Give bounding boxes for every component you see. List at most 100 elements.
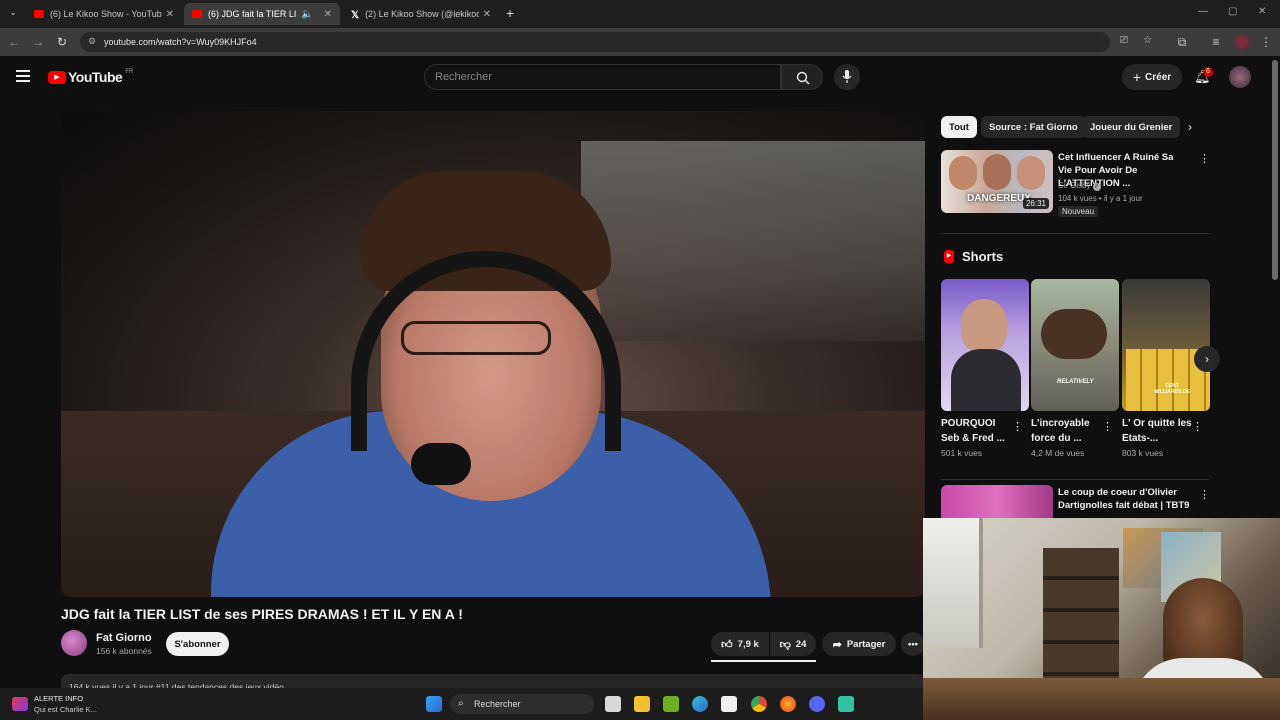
channel-name[interactable]: Fat Giorno [96, 632, 152, 644]
back-icon[interactable]: ← [6, 34, 22, 50]
recommendation-thumbnail[interactable]: DANGEREUX 26:31 [941, 150, 1053, 213]
short-views: 4,2 M de vues [1031, 448, 1085, 458]
hamburger-menu-icon[interactable] [16, 70, 30, 82]
chips-next-chevron-icon[interactable]: › [1188, 120, 1192, 134]
short-thumbnail[interactable]: CENT MILLIARDS DE [1122, 279, 1210, 411]
share-arrow-icon: ➦ [832, 638, 842, 651]
subscriber-count: 156 k abonnés [96, 646, 152, 656]
search-input[interactable]: Rechercher [424, 64, 781, 90]
voice-search-button[interactable] [834, 64, 860, 90]
close-window-icon[interactable]: ✕ [1258, 6, 1266, 17]
chip-source[interactable]: Source : Fat Giorno [981, 116, 1086, 138]
recommendation-meta: 104 k vues • il y a 1 jour [1058, 194, 1143, 203]
like-button[interactable]: 👍︎ 7,9 k [711, 632, 769, 656]
short-menu-icon[interactable]: ⋮ [1192, 420, 1203, 433]
shorts-next-button[interactable]: › [1194, 346, 1220, 372]
x-icon: 𝕏 [351, 10, 360, 21]
speaker-icon[interactable]: 🔈 [301, 9, 313, 20]
short-title[interactable]: POURQUOI Seb & Fred ... [941, 416, 1011, 446]
file-explorer-icon[interactable] [634, 696, 650, 712]
close-icon[interactable]: ✕ [483, 9, 491, 20]
thumbnail-face-right [1017, 156, 1045, 190]
recommendation-title[interactable]: Le coup de coeur d'Olivier Dartignolles … [1058, 486, 1198, 512]
tab-title: (6) JDG fait la TIER LIST de ses PIRES D… [208, 9, 297, 19]
chip-joueur-du-grenier[interactable]: Joueur du Grenier [1082, 116, 1181, 138]
webcam-table [923, 678, 1280, 720]
microphone-icon [842, 70, 852, 83]
maximize-icon[interactable]: ▢ [1228, 6, 1237, 17]
extensions-icon[interactable]: ⧉ [1174, 34, 1190, 50]
store-icon[interactable] [721, 696, 737, 712]
install-icon[interactable]: ⎚ [1120, 35, 1128, 46]
edge-icon[interactable] [692, 696, 708, 712]
account-avatar[interactable] [1229, 66, 1251, 88]
short-body [951, 349, 1021, 411]
news-widget-icon[interactable] [12, 697, 28, 711]
url-field[interactable]: ⚙ youtube.com/watch?v=Wuy09KHJFo4 ⎚ ☆ [80, 32, 1152, 52]
short-title[interactable]: L'incroyable force du ... [1031, 416, 1101, 446]
discord-icon[interactable] [809, 696, 825, 712]
webcam-window [923, 518, 983, 648]
subscribe-button[interactable]: S'abonner [166, 632, 229, 656]
short-thumbnail[interactable] [941, 279, 1029, 411]
plus-icon: + [1132, 69, 1142, 85]
browser-tab-1[interactable]: (6) Le Kikoo Show - YouTube ✕ [26, 3, 182, 25]
short-menu-icon[interactable]: ⋮ [1012, 420, 1023, 433]
taskbar-search[interactable]: ⌕ Rechercher [450, 694, 594, 714]
notification-count-badge: 6 [1203, 67, 1213, 77]
firefox-icon[interactable] [780, 696, 796, 712]
minimize-icon[interactable]: — [1198, 6, 1208, 17]
short-face [961, 299, 1007, 355]
close-icon[interactable]: ✕ [324, 9, 332, 20]
thumbnail-face-middle [983, 154, 1011, 190]
recommendation-thumbnail[interactable] [941, 485, 1053, 518]
profile-avatar[interactable] [1235, 35, 1249, 49]
browser-tab-bar: ⌄ (6) Le Kikoo Show - YouTube ✕ (6) JDG … [0, 0, 1280, 28]
browser-menu-icon[interactable]: ⋮ [1258, 34, 1274, 50]
logo-text: YouTube [68, 69, 123, 85]
news-title[interactable]: ALERTE INFO [34, 694, 83, 703]
task-view-icon[interactable] [605, 696, 621, 712]
video-title: JDG fait la TIER LIST de ses PIRES DRAMA… [61, 606, 463, 622]
site-info-icon[interactable]: ⚙ [88, 36, 96, 47]
dislike-button[interactable]: 👎︎ 24 [770, 632, 816, 656]
reading-list-icon[interactable]: ≡ [1208, 34, 1224, 50]
bookmark-star-icon[interactable]: ☆ [1143, 35, 1152, 46]
windows-start-icon[interactable] [426, 696, 442, 712]
like-count: 7,9 k [737, 638, 759, 650]
short-menu-icon[interactable]: ⋮ [1102, 420, 1113, 433]
recommendation-menu-icon[interactable]: ⋮ [1199, 152, 1210, 165]
chip-tout[interactable]: Tout [941, 116, 977, 138]
browser-tab-2[interactable]: (6) JDG fait la TIER LIST de ses PIRES D… [184, 3, 340, 25]
youtube-logo[interactable]: ▶ YouTube FR [48, 69, 133, 85]
region-label: FR [125, 69, 134, 75]
video-frame-wall [581, 141, 925, 341]
recommendation-menu-icon[interactable]: ⋮ [1199, 488, 1210, 501]
thumbnail-overlay-text: DANGEREUX [967, 193, 1031, 204]
search-button[interactable] [781, 64, 823, 90]
short-title[interactable]: L' Or quitte les Etats-... [1122, 416, 1192, 446]
page-scrollbar[interactable] [1272, 60, 1278, 280]
forward-icon[interactable]: → [30, 34, 46, 50]
channel-avatar[interactable] [61, 630, 87, 656]
chrome-icon[interactable] [751, 696, 767, 712]
share-button[interactable]: ➦ Partager [822, 632, 896, 656]
nvidia-icon[interactable] [663, 696, 679, 712]
thumbs-up-icon: 👍︎ [721, 638, 733, 651]
create-button[interactable]: + Créer [1122, 64, 1182, 90]
verified-icon: ✓ [1092, 183, 1101, 191]
reload-icon[interactable]: ↻ [54, 34, 70, 50]
new-tab-button[interactable]: + [506, 5, 514, 21]
more-actions-button[interactable]: ••• [901, 632, 925, 656]
tab-list-chevron-icon[interactable]: ⌄ [6, 7, 20, 21]
browser-tab-3[interactable]: 𝕏 (2) Le Kikoo Show (@lekikooshow) ✕ [343, 3, 499, 25]
close-icon[interactable]: ✕ [166, 9, 174, 20]
thumbs-down-icon: 👎︎ [779, 638, 791, 651]
recommendation-channel[interactable]: Sir Gisby ✓ [1058, 181, 1101, 191]
webcam-shelf [1043, 548, 1119, 698]
short-bison [1041, 309, 1107, 359]
video-player[interactable] [61, 111, 925, 597]
streamlabs-icon[interactable] [838, 696, 854, 712]
taskbar-search-label: Rechercher [474, 699, 521, 709]
short-thumbnail[interactable]: RELATIVELY [1031, 279, 1119, 411]
